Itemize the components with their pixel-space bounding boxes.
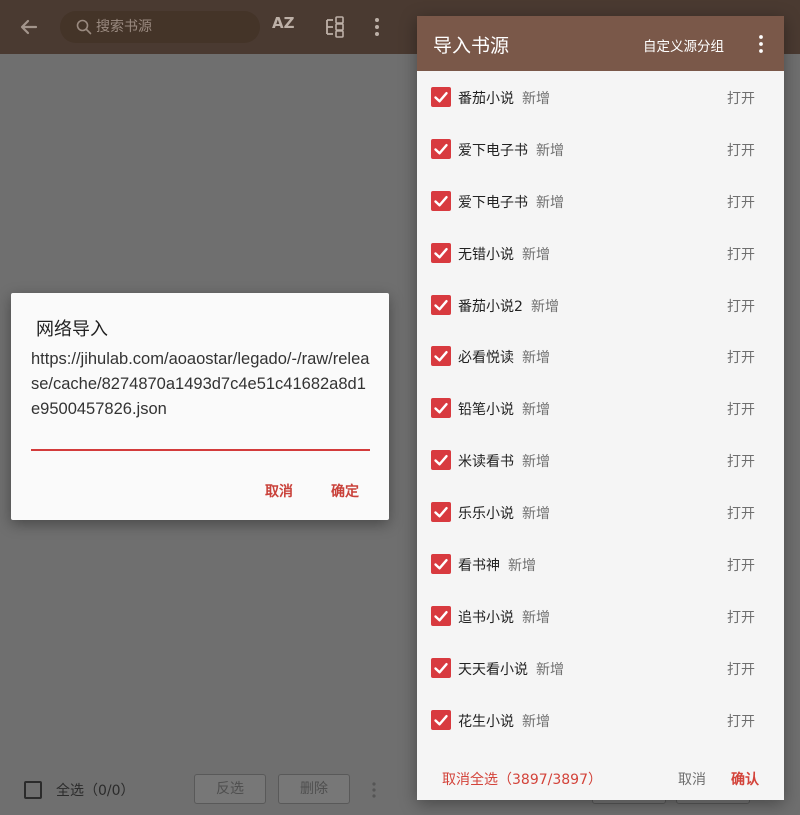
open-button[interactable]: 打开: [727, 607, 755, 627]
panel-title: 导入书源: [433, 35, 510, 57]
search-box[interactable]: [60, 11, 260, 43]
open-button[interactable]: 打开: [727, 244, 755, 264]
open-button[interactable]: 打开: [727, 555, 755, 575]
list-item[interactable]: 天天看小说 新增 打开: [417, 642, 784, 694]
status-badge: 新增: [522, 713, 550, 730]
source-name: 天天看小说: [458, 661, 528, 678]
search-icon: [76, 19, 92, 35]
arrow-left-icon[interactable]: [14, 12, 44, 42]
source-name: 爱下电子书: [458, 194, 528, 211]
checkbox-checked-icon[interactable]: [431, 346, 451, 367]
search-input[interactable]: [96, 11, 256, 43]
list-item[interactable]: 必看悦读 新增 打开: [417, 330, 784, 382]
invert-selection-button[interactable]: 反选: [194, 774, 266, 804]
status-badge: 新增: [522, 609, 550, 626]
checkbox-checked-icon[interactable]: [431, 294, 451, 315]
ok-button[interactable]: 确定: [331, 481, 359, 501]
list-item[interactable]: 无错小说 新增 打开: [417, 227, 784, 279]
checkbox-checked-icon[interactable]: [431, 398, 451, 419]
network-import-dialog: 网络导入 https://jihulab.com/aoaostar/legado…: [11, 293, 389, 520]
status-badge: 新增: [522, 402, 550, 419]
more-vert-icon[interactable]: [368, 14, 386, 40]
cancel-button[interactable]: 取消: [678, 769, 706, 789]
open-button[interactable]: 打开: [727, 451, 755, 471]
open-button[interactable]: 打开: [727, 347, 755, 367]
status-badge: 新增: [522, 246, 550, 263]
checkbox-checked-icon[interactable]: [431, 450, 451, 471]
open-button[interactable]: 打开: [727, 503, 755, 523]
status-badge: 新增: [531, 298, 559, 315]
list-item[interactable]: 乐乐小说 新增 打开: [417, 486, 784, 538]
checkbox-checked-icon[interactable]: [431, 605, 451, 626]
list-item[interactable]: 番茄小说2 新增 打开: [417, 279, 784, 331]
deselect-all-button[interactable]: 取消全选（3897/3897）: [442, 769, 602, 789]
checkbox-checked-icon[interactable]: [431, 657, 451, 678]
select-all-checkbox[interactable]: [24, 781, 42, 799]
open-button[interactable]: 打开: [727, 88, 755, 108]
status-badge: 新增: [536, 142, 564, 159]
import-sources-panel: 导入书源 自定义源分组 番茄小说 新增 打开 爱下电子书 新增 打开 爱下电子书…: [417, 16, 784, 800]
cancel-button[interactable]: 取消: [265, 481, 293, 501]
list-item[interactable]: 米读看书 新增 打开: [417, 434, 784, 486]
list-item[interactable]: 番茄小说 新增 打开: [417, 71, 784, 123]
status-badge: 新增: [522, 350, 550, 367]
status-badge: 新增: [536, 661, 564, 678]
status-badge: 新增: [508, 558, 536, 575]
status-badge: 新增: [536, 194, 564, 211]
source-name: 番茄小说: [458, 91, 514, 107]
delete-button[interactable]: 删除: [278, 774, 350, 804]
checkbox-checked-icon[interactable]: [431, 554, 451, 575]
source-name: 无错小说: [458, 246, 514, 263]
custom-group-button[interactable]: 自定义源分组: [643, 35, 724, 55]
source-name: 花生小说: [458, 713, 514, 730]
source-name: 追书小说: [458, 609, 514, 626]
more-vert-icon[interactable]: [755, 34, 767, 54]
open-button[interactable]: 打开: [727, 296, 755, 316]
status-badge: 新增: [522, 506, 550, 523]
open-button[interactable]: 打开: [727, 192, 755, 212]
list-item[interactable]: 爱下电子书 新增 打开: [417, 175, 784, 227]
checkbox-checked-icon[interactable]: [431, 502, 451, 523]
open-button[interactable]: 打开: [727, 711, 755, 731]
checkbox-checked-icon[interactable]: [431, 190, 451, 211]
list-item[interactable]: 花生小说 新增 打开: [417, 694, 784, 746]
dialog-title: 网络导入: [36, 319, 108, 340]
checkbox-checked-icon[interactable]: [431, 138, 451, 159]
source-name: 铅笔小说: [458, 402, 514, 419]
url-input[interactable]: https://jihulab.com/aoaostar/legado/-/ra…: [31, 347, 371, 422]
list-item[interactable]: 追书小说 新增 打开: [417, 590, 784, 642]
status-badge: 新增: [522, 91, 550, 107]
source-name: 看书神: [458, 558, 500, 575]
list-item[interactable]: 爱下电子书 新增 打开: [417, 123, 784, 175]
confirm-button[interactable]: 确认: [731, 769, 759, 789]
source-name: 必看悦读: [458, 350, 514, 367]
source-name: 番茄小说2: [458, 298, 523, 315]
status-badge: 新增: [522, 454, 550, 471]
sort-az-icon[interactable]: AZ: [272, 14, 300, 40]
source-name: 乐乐小说: [458, 506, 514, 523]
open-button[interactable]: 打开: [727, 140, 755, 160]
list-item[interactable]: 铅笔小说 新增 打开: [417, 382, 784, 434]
input-underline: [31, 449, 370, 451]
source-name: 米读看书: [458, 454, 514, 471]
open-button[interactable]: 打开: [727, 399, 755, 419]
source-name: 爱下电子书: [458, 142, 528, 159]
checkbox-checked-icon[interactable]: [431, 242, 451, 263]
panel-footer: 取消全选（3897/3897） 取消 确认: [417, 758, 784, 800]
source-list: 番茄小说 新增 打开 爱下电子书 新增 打开 爱下电子书 新增 打开 无错小说 …: [417, 71, 784, 746]
select-all-label: 全选（0/0）: [56, 783, 135, 799]
checkbox-checked-icon[interactable]: [431, 87, 451, 107]
group-icon[interactable]: [323, 14, 349, 40]
list-item[interactable]: 看书神 新增 打开: [417, 538, 784, 590]
open-button[interactable]: 打开: [727, 659, 755, 679]
panel-header: 导入书源 自定义源分组: [417, 16, 784, 71]
more-vert-icon[interactable]: [368, 781, 380, 799]
checkbox-checked-icon[interactable]: [431, 709, 451, 730]
